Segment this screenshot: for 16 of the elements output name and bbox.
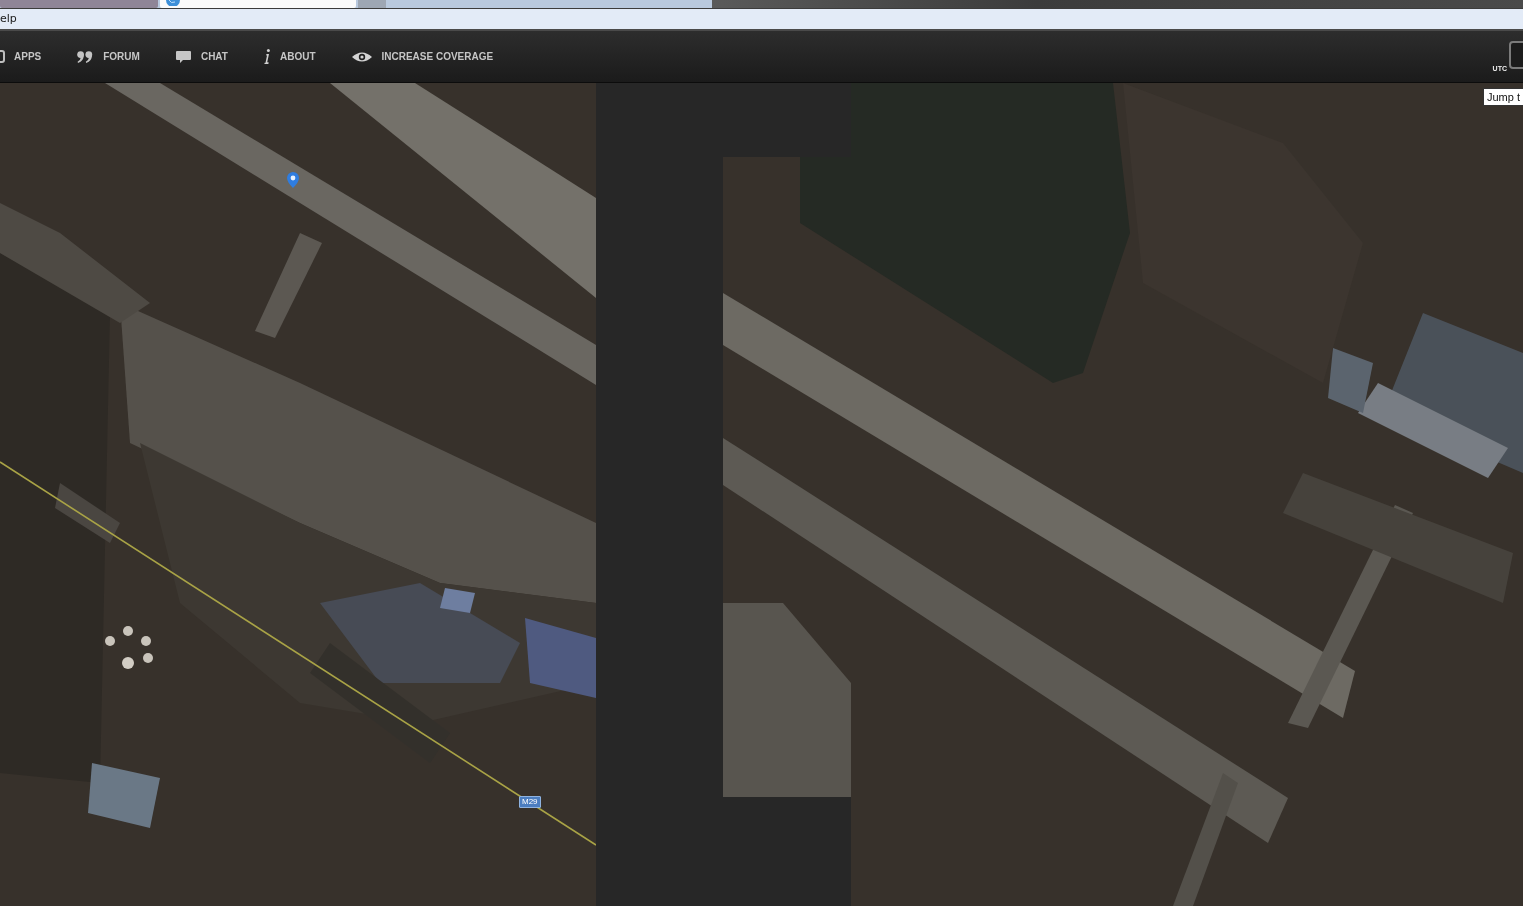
road-number-label: M29 — [519, 796, 541, 808]
eye-icon — [351, 51, 372, 62]
menu-item[interactable]: elp — [0, 12, 17, 26]
nav-link[interactable]: CHAT — [175, 50, 228, 63]
nav-link[interactable]: FORUM — [77, 50, 140, 63]
map-pin-icon[interactable] — [287, 172, 299, 188]
browser-tab[interactable] — [160, 0, 356, 8]
info-icon — [263, 49, 270, 64]
phone-icon — [0, 50, 5, 63]
quote-icon — [77, 50, 94, 63]
nav-link[interactable]: APPS — [0, 50, 42, 63]
nav-link[interactable]: INCREASE COVERAGE — [351, 51, 494, 62]
speech-bubble-icon — [175, 50, 191, 63]
tooltip: Jump t — [1483, 88, 1523, 106]
nav-link[interactable]: ABOUT — [263, 49, 316, 64]
globe-icon — [166, 0, 180, 6]
